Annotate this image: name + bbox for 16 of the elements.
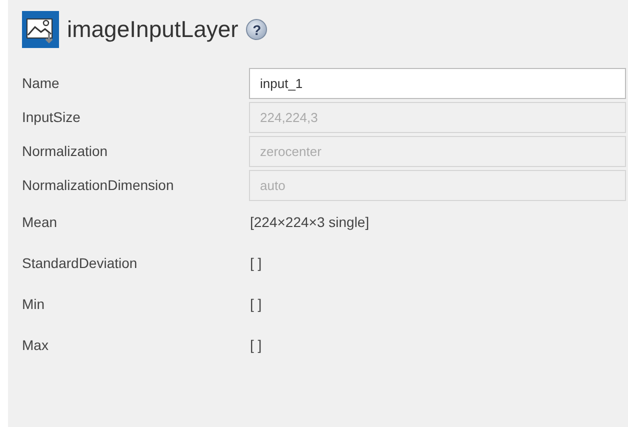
property-label: NormalizationDimension (22, 176, 175, 194)
property-field[interactable]: input_1 (249, 68, 626, 98)
property-value: [ ] (250, 254, 262, 273)
property-label: StandardDeviation (22, 254, 138, 273)
property-label: InputSize (22, 108, 82, 127)
property-label: Name (22, 74, 60, 92)
image-icon (22, 11, 59, 48)
property-value: [ ] (250, 295, 262, 314)
property-value: [224×224×3 single] (250, 213, 370, 232)
property-value: [ ] (250, 336, 262, 355)
property-label: Mean (22, 213, 58, 232)
property-label: Min (22, 295, 46, 314)
help-button[interactable]: ? (246, 19, 268, 40)
property-label: Normalization (22, 142, 109, 160)
property-label: Max (22, 336, 50, 355)
layer-title: imageInputLayer (67, 15, 238, 44)
